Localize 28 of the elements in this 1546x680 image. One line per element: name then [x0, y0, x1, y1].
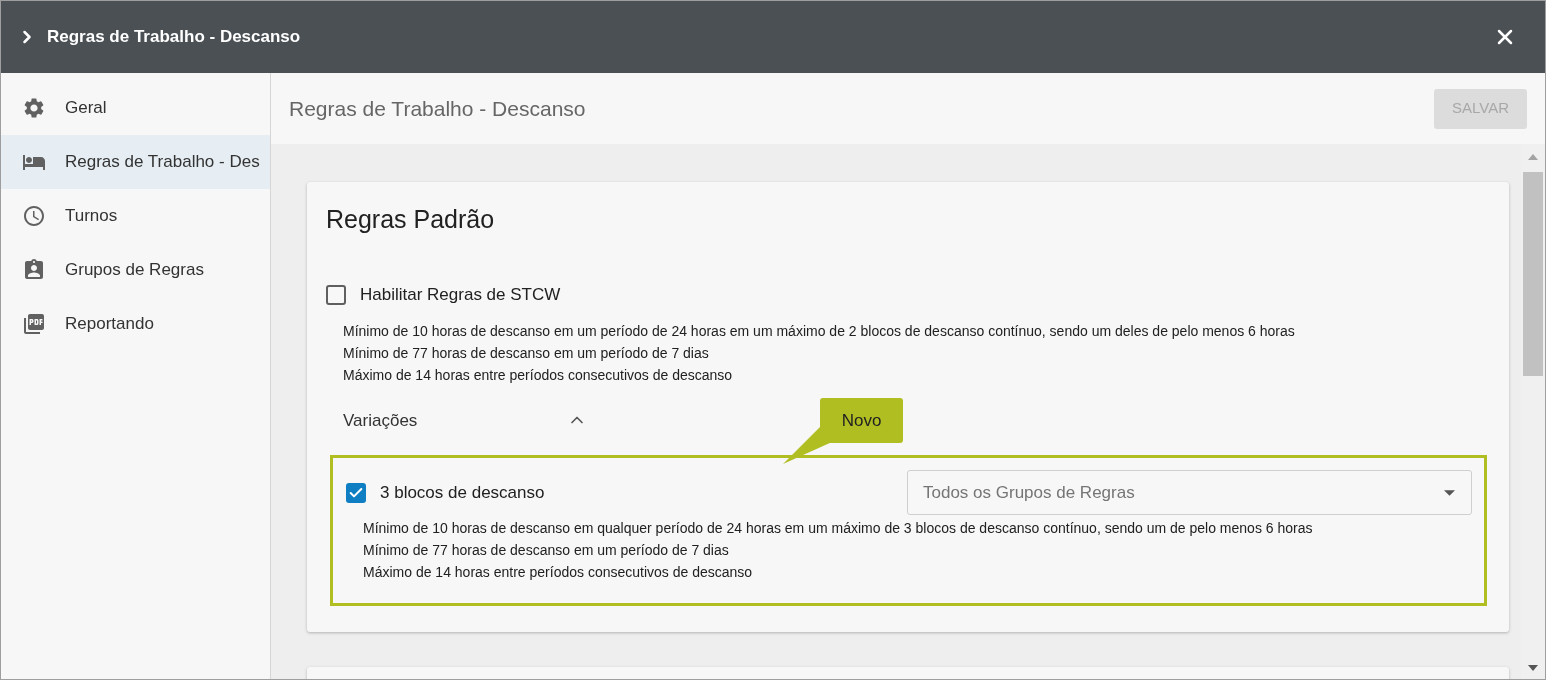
- page-title: Regras de Trabalho - Descanso: [289, 95, 586, 122]
- clock-icon: [22, 204, 46, 228]
- clipboard-person-icon: [22, 258, 46, 282]
- rule-text: Mínimo de 10 horas de descanso em qualquer período de 24 horas em um máximo de 3 blocos de descanso contínuo, sendo um de pelo menos 6 horas: [363, 519, 1313, 538]
- checkbox[interactable]: [326, 284, 346, 305]
- gear-icon: [22, 96, 46, 120]
- arrow-down-icon[interactable]: [1528, 665, 1538, 671]
- section-label: Variações: [343, 409, 418, 432]
- checkbox-label: 3 blocos de descanso: [380, 481, 545, 504]
- sidebar-item[interactable]: Regras de Trabalho - Des: [1, 135, 270, 189]
- sidebar-item[interactable]: Turnos: [1, 189, 270, 243]
- rule-text: Mínimo de 77 horas de descanso em um período de 7 dias: [343, 343, 709, 363]
- dropdown[interactable]: Todos os Grupos de Regras: [907, 470, 1472, 515]
- pdf-icon: [22, 312, 46, 336]
- window-title: Regras de Trabalho - Descanso: [47, 26, 301, 49]
- sidebar-item[interactable]: Grupos de Regras: [1, 243, 270, 297]
- card-title: Regras Padrão: [326, 204, 496, 234]
- rule-text: Mínimo de 10 horas de descanso em um período de 24 horas em um máximo de 2 blocos de descanso contínuo, sendo um deles de pelo menos 6 horas: [343, 321, 1295, 341]
- sidebar-item[interactable]: Reportando: [1, 297, 270, 351]
- scrollbar-thumb[interactable]: [1523, 172, 1543, 376]
- checkbox[interactable]: [346, 482, 366, 503]
- checkbox-label: Habilitar Regras de STCW: [360, 284, 561, 306]
- callout-label: Novo: [820, 398, 903, 443]
- caret-down-icon: [1444, 489, 1455, 496]
- rule-text: Mínimo de 77 horas de descanso em um período de 7 dias: [363, 541, 729, 560]
- sidebar-item[interactable]: Geral: [1, 81, 270, 135]
- rule-text: Máximo de 14 horas entre períodos consecutivos de descanso: [343, 365, 733, 385]
- rule-text: Máximo de 14 horas entre períodos consecutivos de descanso: [363, 563, 753, 582]
